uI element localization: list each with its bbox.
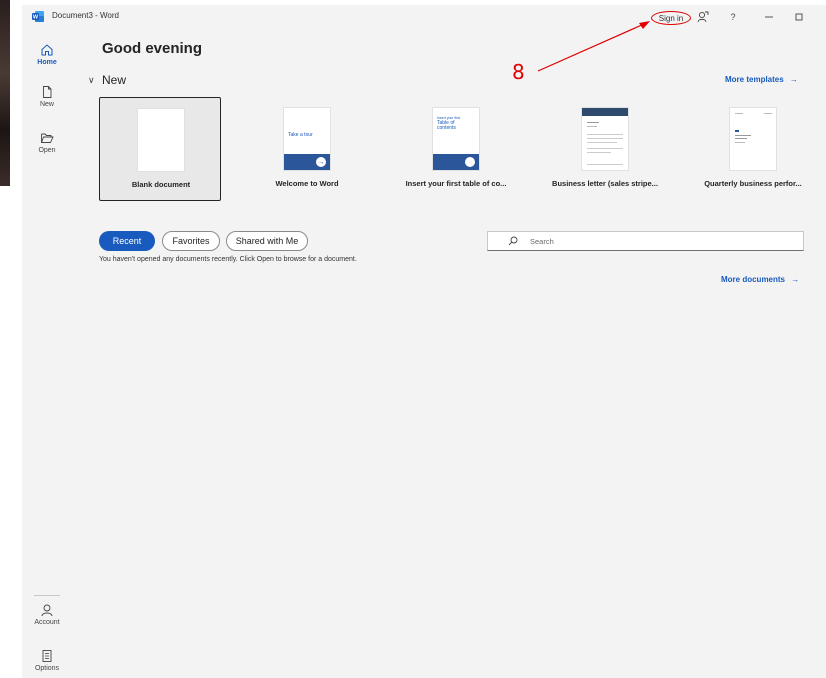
nav-item-label: New: [39, 101, 54, 108]
arrow-circle-icon: →: [316, 157, 326, 167]
nav-item-label: Open: [38, 147, 56, 154]
arrow-right-icon: →: [789, 75, 798, 84]
template-thumbnail: Insert your first Table of contents: [432, 107, 480, 171]
thumb-text: Table of contents: [437, 120, 456, 131]
more-templates-link[interactable]: More templates →: [725, 75, 798, 84]
thumb-line: [587, 152, 611, 153]
template-label: Welcome to Word: [275, 179, 339, 188]
search-input[interactable]: Search: [487, 231, 804, 251]
template-thumbnail: Take a tour →: [283, 107, 331, 171]
nav-item-new[interactable]: New: [22, 85, 72, 108]
template-blank-document[interactable]: Blank document: [99, 97, 221, 201]
tab-favorites[interactable]: Favorites: [162, 231, 220, 251]
thumb-line: [764, 113, 772, 114]
nav-item-options[interactable]: Options: [22, 649, 72, 672]
template-quarterly-business[interactable]: Quarterly business perfor...: [692, 97, 814, 201]
folder-open-icon: [41, 133, 54, 143]
template-label: Quarterly business perfor...: [704, 179, 802, 188]
thumb-line: [587, 122, 599, 123]
tab-recent[interactable]: Recent: [99, 231, 155, 251]
options-icon: [42, 650, 52, 662]
new-document-icon: [43, 86, 52, 98]
left-nav: Home New Open Account Options: [22, 29, 72, 678]
thumb-line: [735, 142, 745, 143]
thumb-line: [735, 138, 747, 139]
nav-item-open[interactable]: Open: [22, 131, 72, 154]
title-bar: W Document3 - Word Sign in ?: [22, 5, 826, 29]
thumb-banner: →: [284, 154, 330, 170]
word-window: W Document3 - Word Sign in ? 8 Home New …: [22, 5, 826, 678]
home-icon: [41, 44, 53, 56]
annotation-number: 8: [512, 60, 525, 84]
template-label: Insert your first table of co...: [405, 179, 507, 188]
arrow-right-icon: →: [791, 275, 800, 284]
template-insert-toc[interactable]: Insert your first Table of contents Inse…: [395, 97, 517, 201]
nav-item-home[interactable]: Home: [22, 43, 72, 66]
minimize-button[interactable]: [758, 8, 780, 26]
thumb-stripe: [582, 108, 628, 116]
nav-item-label: Home: [37, 59, 57, 66]
template-label: Business letter (sales stripe...: [552, 179, 658, 188]
template-business-letter[interactable]: Business letter (sales stripe...: [544, 97, 666, 201]
word-logo-icon: W: [32, 11, 44, 22]
more-documents-label: More documents: [721, 275, 786, 284]
chevron-down-icon: ∨: [88, 74, 95, 85]
template-label: Blank document: [131, 180, 191, 189]
thumb-line: [587, 142, 617, 143]
nav-item-label: Account: [34, 619, 60, 626]
nav-divider: [34, 595, 60, 596]
window-title: Document3 - Word: [52, 11, 119, 20]
person-icon: [41, 604, 53, 617]
question-mark-icon: ?: [730, 12, 736, 22]
coauthor-button[interactable]: [692, 8, 714, 26]
thumb-line: [735, 113, 743, 114]
help-button[interactable]: ?: [722, 8, 744, 26]
desktop-background-edge: [0, 0, 10, 186]
nav-item-label: Options: [34, 665, 60, 672]
thumb-banner: [433, 154, 479, 170]
thumb-line: [587, 126, 597, 127]
more-documents-link[interactable]: More documents →: [721, 275, 799, 284]
thumb-mark: [735, 130, 739, 132]
template-welcome-to-word[interactable]: Take a tour → Welcome to Word: [246, 97, 368, 201]
maximize-button[interactable]: [788, 8, 810, 26]
greeting-heading: Good evening: [102, 40, 203, 57]
thumb-line: [587, 138, 623, 139]
minimize-icon: [765, 16, 773, 18]
thumb-line: [735, 135, 751, 136]
tab-shared-with-me[interactable]: Shared with Me: [226, 231, 308, 251]
more-templates-label: More templates: [725, 75, 784, 84]
new-section-header[interactable]: ∨ New: [88, 73, 126, 87]
person-feedback-icon: [697, 11, 709, 23]
nav-item-account[interactable]: Account: [22, 603, 72, 626]
thumb-line: [587, 164, 623, 165]
template-thumbnail: [137, 108, 185, 172]
svg-text:W: W: [33, 15, 39, 21]
new-section-title: New: [102, 73, 127, 87]
sign-in-button[interactable]: Sign in: [651, 11, 691, 25]
template-thumbnail: [581, 107, 629, 171]
search-placeholder: Search: [530, 236, 554, 246]
toc-icon: [465, 157, 475, 167]
empty-recent-message: You haven't opened any documents recentl…: [99, 256, 357, 263]
thumb-line: [587, 134, 623, 135]
thumb-text: Take a tour: [288, 132, 313, 138]
search-icon: [508, 236, 518, 246]
template-thumbnail: [729, 107, 777, 171]
maximize-icon: [795, 13, 803, 21]
thumb-line: [587, 148, 623, 149]
